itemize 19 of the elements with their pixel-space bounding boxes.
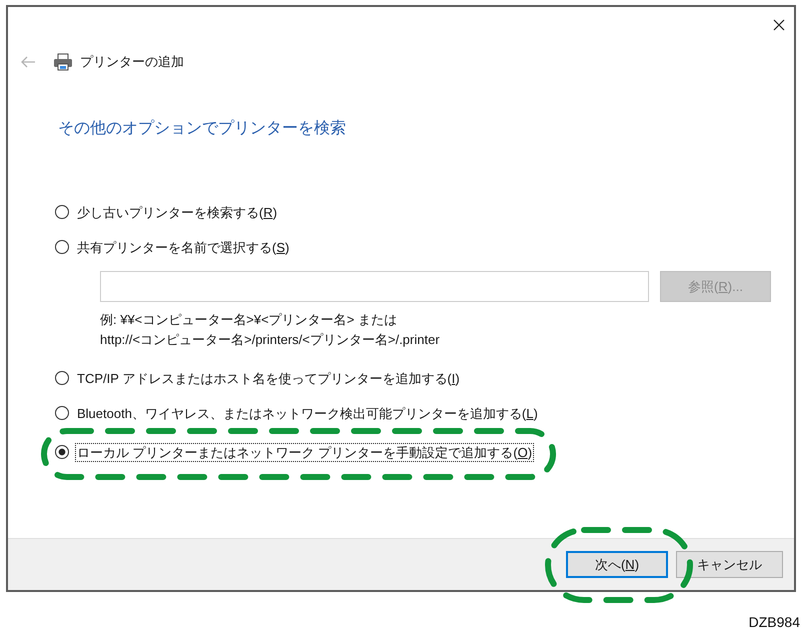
figure-code: DZB984 — [748, 614, 800, 630]
close-icon[interactable] — [773, 19, 785, 31]
radio-button[interactable] — [55, 205, 69, 219]
option-label[interactable]: ローカル プリンターまたはネットワーク プリンターを手動設定で追加する(O) — [75, 442, 534, 462]
printer-name-field[interactable] — [100, 271, 649, 302]
cancel-button[interactable]: キャンセル — [676, 551, 783, 578]
option-label[interactable]: 少し古いプリンターを検索する(R) — [75, 202, 280, 222]
radio-button[interactable] — [55, 406, 69, 420]
option-label[interactable]: 共有プリンターを名前で選択する(S) — [75, 238, 292, 256]
radio-button[interactable] — [55, 240, 69, 254]
instruction-heading: その他のオプションでプリンターを検索 — [58, 118, 346, 139]
next-button[interactable]: 次へ(N) — [566, 551, 668, 578]
radio-button[interactable] — [55, 445, 69, 459]
option-label[interactable]: TCP/IP アドレスまたはホスト名を使ってプリンターを追加する(I) — [75, 368, 462, 388]
option-label[interactable]: Bluetooth、ワイヤレス、またはネットワーク検出可能プリンターを追加する(L) — [75, 404, 540, 422]
printer-icon — [53, 53, 73, 71]
dialog-title: プリンターの追加 — [80, 53, 184, 71]
radio-button[interactable] — [55, 371, 69, 385]
example-text: 例: ¥¥<コンピューター名>¥<プリンター名> または http://<コンピューター名>/printers/<プリンター名>/.printer — [100, 311, 441, 349]
